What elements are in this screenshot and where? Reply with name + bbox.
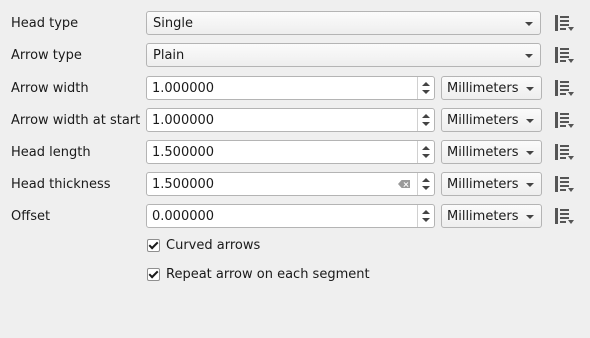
- spin-buttons[interactable]: [417, 77, 434, 99]
- arrow-type-row: Arrow type Plain: [0, 43, 590, 69]
- data-defined-override-icon[interactable]: [551, 13, 575, 33]
- head-type-combo[interactable]: Single: [146, 11, 541, 35]
- head-thickness-value: 1.500000: [152, 177, 215, 192]
- head-type-label: Head type: [11, 16, 79, 31]
- spin-up-icon[interactable]: [422, 146, 430, 150]
- chevron-down-icon: [526, 183, 534, 187]
- arrow-width-at-start-value: 1.000000: [152, 113, 215, 128]
- arrow-width-at-start-label: Arrow width at start: [11, 113, 141, 128]
- curved-arrows-label: Curved arrows: [166, 238, 261, 253]
- spin-down-icon[interactable]: [422, 218, 430, 222]
- offset-row: Offset 0.000000 Millimeters: [0, 204, 590, 230]
- spin-buttons[interactable]: [417, 141, 434, 163]
- checkbox-checked-icon[interactable]: [147, 268, 160, 281]
- spin-buttons[interactable]: [417, 173, 434, 195]
- spin-up-icon[interactable]: [422, 210, 430, 214]
- spin-down-icon[interactable]: [422, 186, 430, 190]
- data-defined-override-icon[interactable]: [551, 45, 575, 65]
- unit-value: Millimeters: [447, 145, 519, 160]
- arrow-width-value: 1.000000: [152, 81, 215, 96]
- unit-value: Millimeters: [447, 209, 519, 224]
- head-thickness-label: Head thickness: [11, 177, 111, 192]
- arrow-width-row: Arrow width 1.000000 Millimeters: [0, 76, 590, 102]
- offset-value: 0.000000: [152, 209, 215, 224]
- chevron-down-icon: [526, 151, 534, 155]
- chevron-down-icon: [525, 22, 533, 26]
- head-length-unit-combo[interactable]: Millimeters: [441, 140, 542, 164]
- spin-up-icon[interactable]: [422, 114, 430, 118]
- offset-label: Offset: [11, 209, 51, 224]
- data-defined-override-icon[interactable]: [551, 110, 575, 130]
- arrow-type-value: Plain: [153, 48, 185, 63]
- data-defined-override-icon[interactable]: [551, 142, 575, 162]
- head-thickness-spinbox[interactable]: 1.500000: [146, 172, 435, 196]
- head-length-label: Head length: [11, 145, 91, 160]
- unit-value: Millimeters: [447, 81, 519, 96]
- arrow-width-at-start-row: Arrow width at start 1.000000 Millimeter…: [0, 108, 590, 134]
- chevron-down-icon: [525, 54, 533, 58]
- offset-spinbox[interactable]: 0.000000: [146, 204, 435, 228]
- head-type-value: Single: [153, 16, 193, 31]
- data-defined-override-icon[interactable]: [551, 174, 575, 194]
- spin-buttons[interactable]: [417, 205, 434, 227]
- chevron-down-icon: [526, 215, 534, 219]
- checkbox-checked-icon[interactable]: [147, 239, 160, 252]
- head-length-row: Head length 1.500000 Millimeters: [0, 140, 590, 166]
- spin-down-icon[interactable]: [422, 90, 430, 94]
- spin-down-icon[interactable]: [422, 122, 430, 126]
- head-thickness-row: Head thickness 1.500000 Millimeters: [0, 172, 590, 198]
- head-length-value: 1.500000: [152, 145, 215, 160]
- offset-unit-combo[interactable]: Millimeters: [441, 204, 542, 228]
- arrow-width-at-start-spinbox[interactable]: 1.000000: [146, 108, 435, 132]
- arrow-width-label: Arrow width: [11, 81, 89, 96]
- arrow-type-combo[interactable]: Plain: [146, 43, 541, 67]
- data-defined-override-icon[interactable]: [551, 206, 575, 226]
- arrow-width-spinbox[interactable]: 1.000000: [146, 76, 435, 100]
- spin-buttons[interactable]: [417, 109, 434, 131]
- repeat-arrow-label: Repeat arrow on each segment: [166, 267, 370, 282]
- clear-icon[interactable]: [398, 180, 410, 188]
- spin-up-icon[interactable]: [422, 82, 430, 86]
- spin-down-icon[interactable]: [422, 154, 430, 158]
- head-thickness-unit-combo[interactable]: Millimeters: [441, 172, 542, 196]
- chevron-down-icon: [526, 87, 534, 91]
- arrow-width-at-start-unit-combo[interactable]: Millimeters: [441, 108, 542, 132]
- unit-value: Millimeters: [447, 177, 519, 192]
- head-length-spinbox[interactable]: 1.500000: [146, 140, 435, 164]
- spin-up-icon[interactable]: [422, 178, 430, 182]
- unit-value: Millimeters: [447, 113, 519, 128]
- chevron-down-icon: [526, 119, 534, 123]
- data-defined-override-icon[interactable]: [551, 78, 575, 98]
- arrow-width-unit-combo[interactable]: Millimeters: [441, 76, 542, 100]
- arrow-type-label: Arrow type: [11, 48, 82, 63]
- head-type-row: Head type Single: [0, 11, 590, 37]
